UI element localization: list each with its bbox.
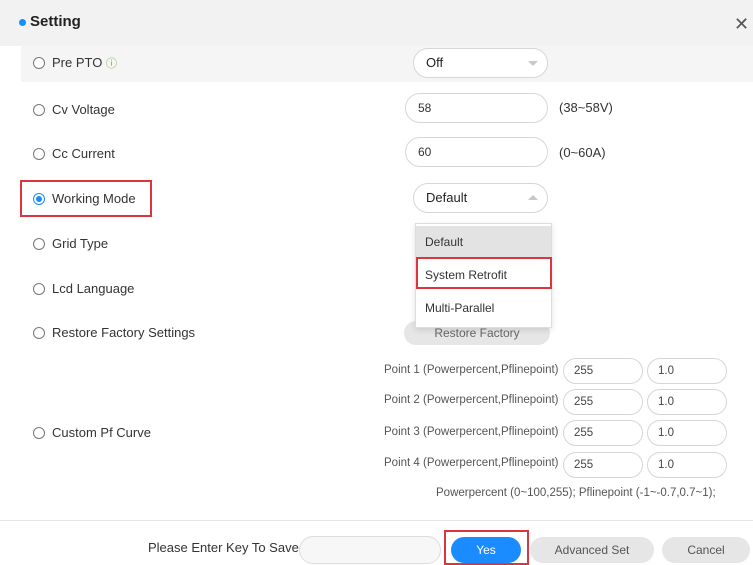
dropdown-option-multi-parallel[interactable]: Multi-Parallel <box>416 292 551 325</box>
point-label: Point 2 (Powerpercent,Pflinepoint) <box>384 394 559 406</box>
info-icon: ⓘ <box>105 58 117 70</box>
point-pf-input[interactable]: 1.0 <box>647 389 727 415</box>
close-icon[interactable]: ✕ <box>734 14 749 35</box>
point-label: Point 3 (Powerpercent,Pflinepoint) <box>384 426 559 438</box>
point-label: Point 1 (Powerpercent,Pflinepoint) <box>384 364 559 376</box>
system-retrofit-highlight <box>416 257 552 289</box>
title-dot <box>19 19 26 26</box>
radio-cv-voltage[interactable] <box>33 104 45 116</box>
restore-factory-label: Restore Factory Settings <box>52 325 196 340</box>
save-key-label: Please Enter Key To Save <box>148 540 299 555</box>
chevron-down-icon <box>528 61 538 66</box>
cc-current-label: Cc Current <box>52 146 115 161</box>
cc-current-range: (0~60A) <box>559 145 606 160</box>
radio-custom-pf-curve[interactable] <box>33 427 45 439</box>
working-mode-select[interactable]: Default <box>413 183 548 213</box>
cc-current-input[interactable]: 60 <box>405 137 548 167</box>
footer-divider <box>0 520 753 521</box>
cv-voltage-input[interactable]: 58 <box>405 93 548 123</box>
dropdown-option-default[interactable]: Default <box>416 226 551 259</box>
point-label: Point 4 (Powerpercent,Pflinepoint) <box>384 457 559 469</box>
point-power-input[interactable]: 255 <box>563 358 643 384</box>
radio-lcd-language[interactable] <box>33 283 45 295</box>
pre-pto-select[interactable]: Off <box>413 48 548 78</box>
working-mode-value: Default <box>426 190 468 205</box>
pre-pto-row <box>21 46 753 82</box>
dialog-title: Setting <box>30 13 81 30</box>
point-pf-input[interactable]: 1.0 <box>647 358 727 384</box>
radio-pre-pto[interactable] <box>33 57 45 69</box>
radio-restore-factory[interactable] <box>33 327 45 339</box>
cv-voltage-range: (38~58V) <box>559 100 613 115</box>
point-pf-input[interactable]: 1.0 <box>647 452 727 478</box>
grid-type-label: Grid Type <box>52 236 109 251</box>
radio-cc-current[interactable] <box>33 148 45 160</box>
working-mode-label: Working Mode <box>52 191 136 206</box>
point-pf-input[interactable]: 1.0 <box>647 420 727 446</box>
cv-voltage-label: Cv Voltage <box>52 102 115 117</box>
dialog-header <box>0 0 753 46</box>
radio-grid-type[interactable] <box>33 238 45 250</box>
point-power-input[interactable]: 255 <box>563 452 643 478</box>
chevron-up-icon <box>528 195 538 200</box>
custom-pf-curve-label: Custom Pf Curve <box>52 425 151 440</box>
cancel-button[interactable]: Cancel <box>662 537 750 563</box>
save-key-input[interactable] <box>299 536 441 564</box>
advanced-set-button[interactable]: Advanced Set <box>530 537 654 563</box>
yes-button-highlight <box>444 530 529 565</box>
point-power-input[interactable]: 255 <box>563 389 643 415</box>
pf-curve-hint: Powerpercent (0~100,255); Pflinepoint (-… <box>436 487 716 499</box>
point-power-input[interactable]: 255 <box>563 420 643 446</box>
pre-pto-label: Pre PTO ⓘ <box>52 55 117 70</box>
lcd-language-label: Lcd Language <box>52 281 135 296</box>
pre-pto-value: Off <box>426 55 444 70</box>
radio-working-mode[interactable] <box>33 193 45 205</box>
